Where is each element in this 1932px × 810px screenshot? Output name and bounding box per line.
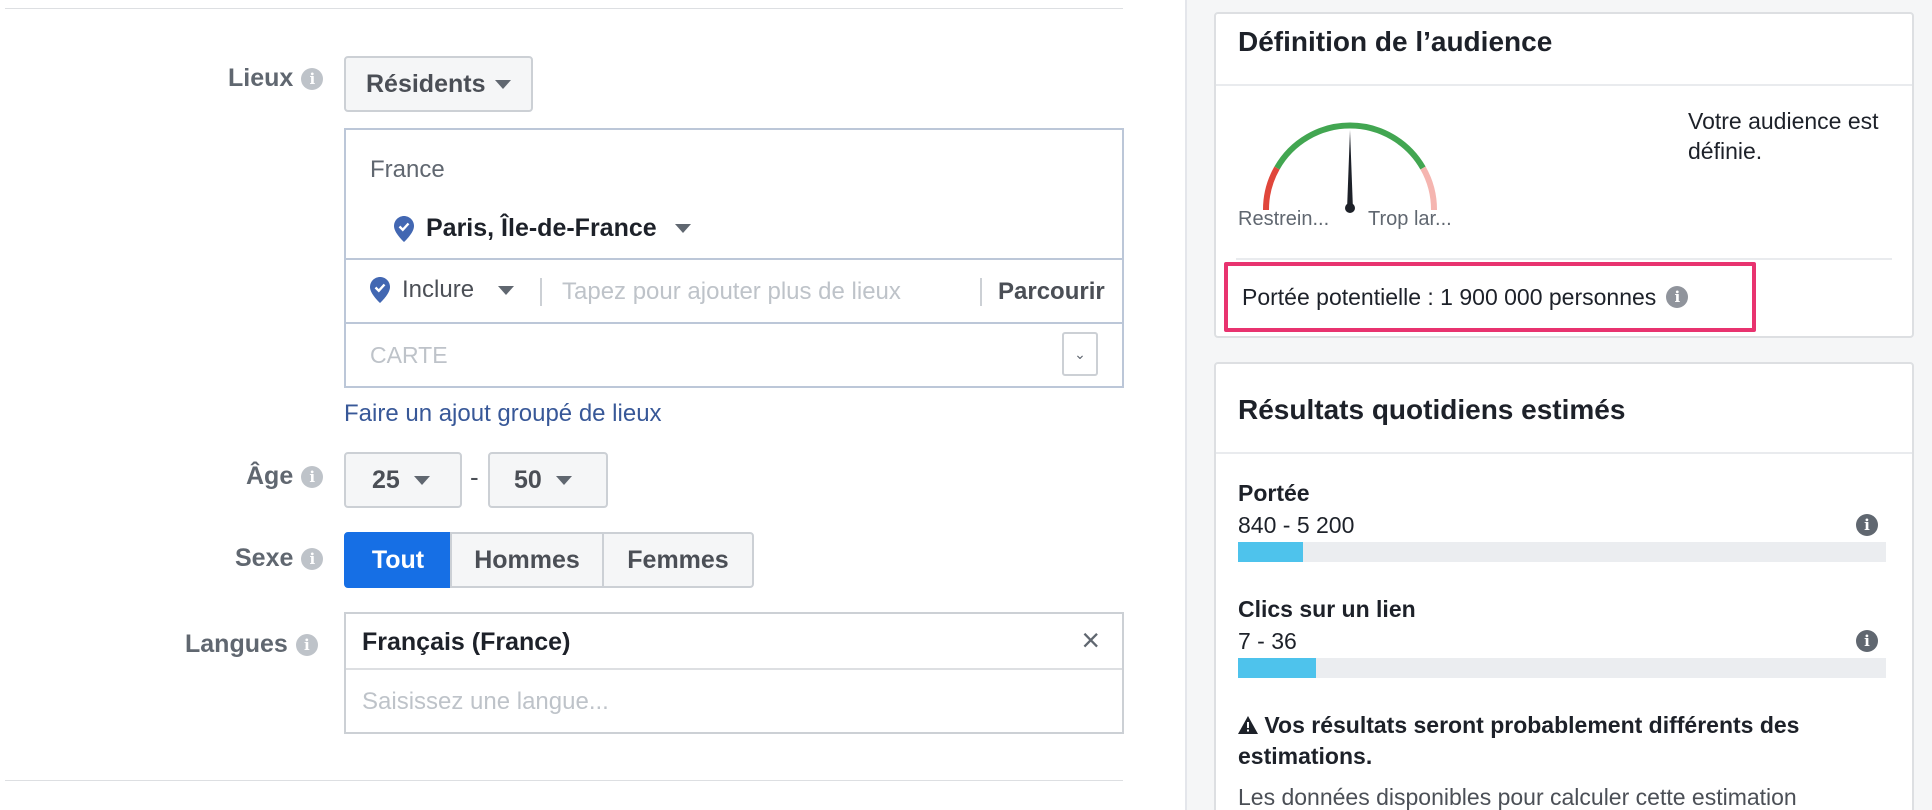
chevron-down-icon [495, 79, 512, 89]
location-pin-icon [370, 277, 390, 303]
chevron-down-icon[interactable] [674, 224, 691, 233]
gender-label-row: Sexe i [235, 544, 324, 573]
age-max-dropdown[interactable]: 50 [488, 452, 608, 508]
card-title: Définition de l’audience [1238, 26, 1553, 57]
info-icon[interactable]: i [295, 633, 318, 656]
link-clicks-bar [1238, 658, 1886, 678]
languages-label: Langues [185, 630, 288, 658]
separator [540, 278, 542, 306]
locations-label: Lieux [228, 64, 294, 92]
potential-reach-highlight: Portée potentielle : 1 900 000 personnes… [1224, 262, 1756, 332]
location-search-row: Inclure Tapez pour ajouter plus de lieux… [346, 258, 1122, 322]
map-toggle-button[interactable]: ⌄ [1062, 332, 1098, 376]
age-min-dropdown[interactable]: 25 [344, 452, 462, 508]
age-label: Âge [246, 462, 294, 490]
info-icon[interactable]: i [1666, 286, 1689, 308]
warning-body: Les données disponibles pour calculer ce… [1238, 784, 1797, 810]
close-icon[interactable]: × [1081, 624, 1100, 656]
browse-button[interactable]: Parcourir [998, 278, 1105, 306]
selected-location-label: Paris, Île-de-France [426, 214, 657, 242]
age-min-value: 25 [372, 465, 400, 494]
location-country: France [370, 156, 445, 183]
age-separator: - [470, 462, 479, 492]
gender-men-button[interactable]: Hommes [450, 532, 604, 588]
location-box: France Paris, Île-de-France Inclure Tape… [344, 128, 1124, 388]
map-label: CARTE [370, 342, 448, 368]
chevron-down-icon [555, 475, 572, 485]
warning-block: Vos résultats seront probablement différ… [1238, 710, 1898, 772]
warning-title: Vos résultats seront probablement différ… [1238, 712, 1800, 769]
divider [346, 668, 1122, 670]
language-search-input[interactable]: Saisissez une langue... [362, 688, 609, 716]
separator [980, 278, 982, 306]
link-clicks-metric-range: 7 - 36 [1238, 628, 1297, 654]
info-icon[interactable]: i [301, 465, 324, 488]
locations-label-row: Lieux i [228, 64, 324, 93]
languages-box: Français (France) × Saisissez une langue… [344, 612, 1124, 734]
chevron-down-icon: ⌄ [1074, 345, 1086, 362]
divider [1236, 258, 1892, 260]
location-pin-icon [394, 215, 414, 242]
divider [1216, 452, 1912, 454]
right-sidebar: Définition de l’audience Restrein... Tro… [1185, 0, 1932, 810]
age-max-value: 50 [514, 465, 542, 494]
info-icon[interactable]: i [301, 67, 324, 90]
link-clicks-metric-name: Clics sur un lien [1238, 596, 1416, 622]
card-title: Résultats quotidiens estimés [1238, 394, 1626, 425]
bottom-divider [5, 780, 1123, 781]
reach-bar-fill [1238, 542, 1303, 562]
chevron-down-icon [498, 285, 515, 295]
gauge-right-label: Trop lar... [1368, 208, 1452, 230]
audience-gauge-icon [1262, 122, 1438, 213]
divider [1216, 84, 1912, 86]
info-icon[interactable]: i [1856, 514, 1878, 536]
targeting-panel: Lieux i Résidents France Paris, Île-de-F… [0, 0, 1185, 810]
reach-metric-name: Portée [1238, 480, 1310, 506]
gender-label: Sexe [235, 544, 294, 572]
chevron-down-icon [413, 475, 430, 485]
gender-all-button[interactable]: Tout [344, 532, 452, 588]
audience-definition-card: Définition de l’audience Restrein... Tro… [1214, 12, 1914, 338]
location-search-input[interactable]: Tapez pour ajouter plus de lieux [562, 278, 901, 306]
daily-results-card: Résultats quotidiens estimés Portée 840 … [1214, 362, 1914, 810]
top-divider [5, 8, 1123, 9]
gender-women-button[interactable]: Femmes [602, 532, 754, 588]
include-dropdown[interactable]: Inclure [370, 276, 515, 304]
reach-metric-range: 840 - 5 200 [1238, 512, 1355, 538]
age-label-row: Âge i [246, 462, 324, 491]
map-row: CARTE ⌄ [346, 322, 1122, 386]
reach-bar [1238, 542, 1886, 562]
selected-language: Français (France) [362, 628, 571, 656]
bulk-add-locations-link[interactable]: Faire un ajout groupé de lieux [344, 400, 662, 428]
languages-label-row: Langues i [185, 630, 318, 659]
link-clicks-bar-fill [1238, 658, 1316, 678]
include-label: Inclure [402, 276, 475, 303]
location-type-value: Résidents [366, 69, 486, 98]
warning-icon [1238, 716, 1258, 734]
potential-reach-text: Portée potentielle : 1 900 000 personnes [1242, 283, 1657, 310]
gauge-left-label: Restrein... [1238, 208, 1330, 230]
location-type-dropdown[interactable]: Résidents [344, 56, 534, 112]
info-icon[interactable]: i [301, 547, 324, 570]
selected-location[interactable]: Paris, Île-de-France [394, 214, 691, 243]
audience-status-text: Votre audience est définie. [1688, 108, 1879, 164]
info-icon[interactable]: i [1856, 630, 1878, 652]
